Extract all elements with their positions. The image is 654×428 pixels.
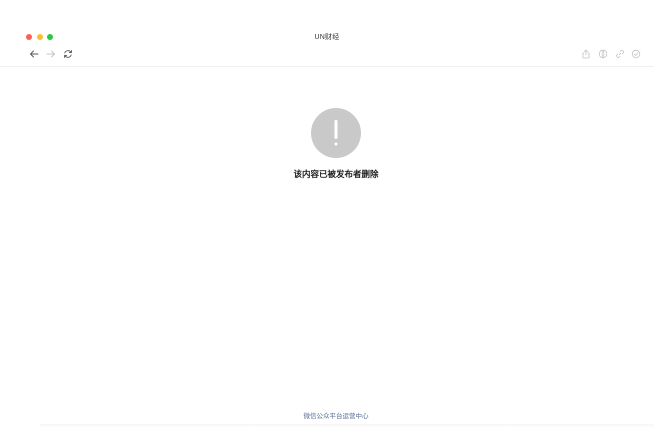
forward-arrow-icon xyxy=(46,50,55,58)
reload-button[interactable] xyxy=(62,48,74,60)
page-content: 该内容已被发布者删除 微信公众平台运营中心 xyxy=(0,67,654,428)
forward-button[interactable] xyxy=(45,48,57,60)
window-title: UN财经 xyxy=(314,34,340,41)
share-icon xyxy=(582,49,590,59)
copy-link-icon xyxy=(616,50,624,58)
open-in-browser-icon xyxy=(598,49,608,59)
copy-link-button[interactable] xyxy=(614,48,626,60)
back-button[interactable] xyxy=(28,48,40,60)
more-icon xyxy=(631,49,641,59)
warning-icon xyxy=(311,108,361,158)
more-button[interactable] xyxy=(630,48,642,60)
share-button[interactable] xyxy=(580,48,592,60)
app-window: UN财经 该内容已被发布者删除 微信公众平台运营中心 xyxy=(0,0,654,428)
title-bar: UN财经 xyxy=(0,0,654,44)
exclamation-icon xyxy=(334,120,338,146)
toolbar xyxy=(0,44,654,67)
reload-icon xyxy=(63,50,73,58)
open-in-browser-button[interactable] xyxy=(597,48,609,60)
footer-divider xyxy=(40,424,654,428)
footer-link[interactable]: 微信公众平台运营中心 xyxy=(0,410,654,420)
back-arrow-icon xyxy=(30,50,39,58)
deleted-message: 该内容已被发布者删除 xyxy=(293,169,379,179)
